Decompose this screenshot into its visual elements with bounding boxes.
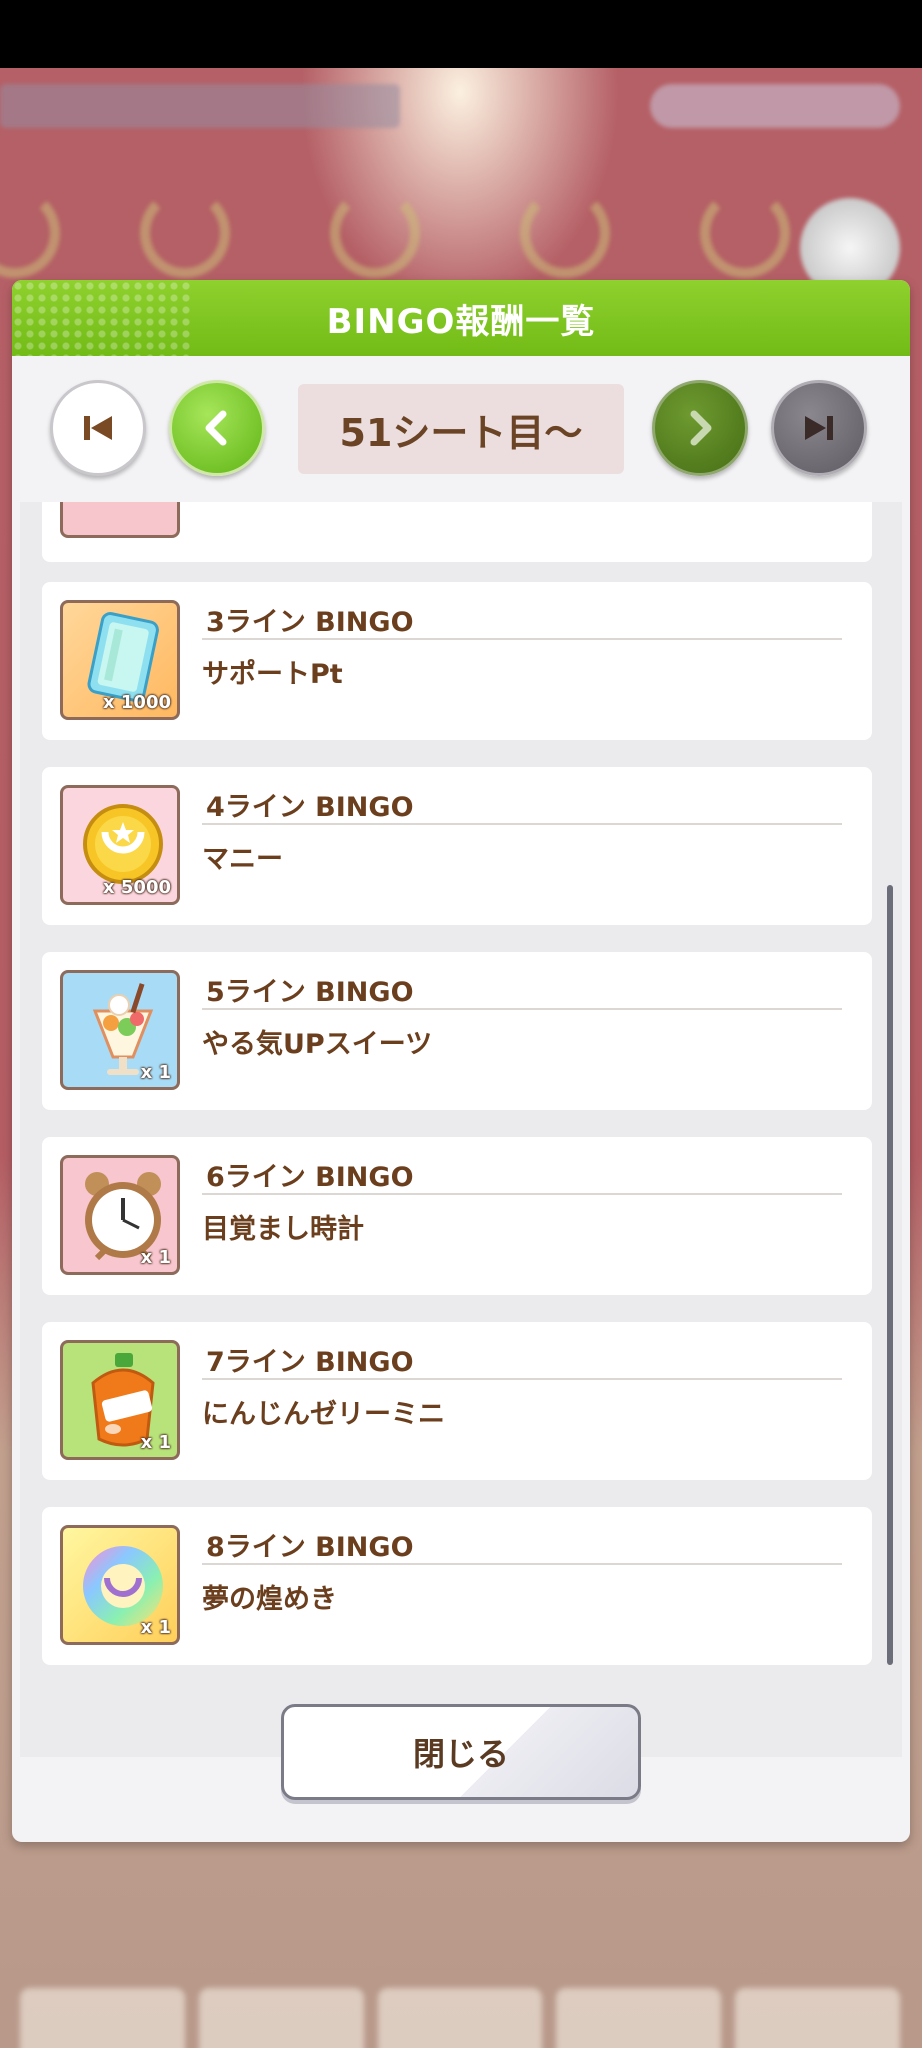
- background-nav-item: [556, 1988, 722, 2048]
- reward-card: x 1000 3ライン BINGO サポートPt: [42, 582, 872, 740]
- background-nav-item: [377, 1988, 543, 2048]
- reward-name: やる気UPスイーツ: [202, 1029, 433, 1060]
- status-bar: [0, 0, 922, 68]
- dialog-title: BINGO報酬一覧: [326, 301, 596, 342]
- chevron-left-icon: [205, 410, 227, 446]
- background-laurel-icon: [330, 188, 420, 278]
- reward-quantity: x 1: [140, 1062, 171, 1083]
- reward-name: サポートPt: [202, 659, 343, 690]
- skip-last-icon: [805, 416, 833, 440]
- next-page-button[interactable]: [652, 380, 748, 476]
- chevron-right-icon: [690, 410, 712, 446]
- reward-card: x 1 5ライン BINGO やる気UPスイーツ: [42, 952, 872, 1110]
- bingo-line-label: 8ライン BINGO: [206, 1532, 414, 1563]
- dream-horseshoe-icon: x 1: [60, 1525, 180, 1645]
- reward-name: 夢の煌めき: [202, 1584, 337, 1615]
- close-button[interactable]: 閉じる: [281, 1704, 641, 1800]
- dialog-header: BINGO報酬一覧: [12, 280, 910, 356]
- sheet-pager: 51シート目～: [12, 378, 910, 488]
- prev-page-button[interactable]: [169, 380, 265, 476]
- reward-item-icon: [60, 502, 180, 538]
- reward-name: にんじんゼリーミニ: [202, 1399, 445, 1430]
- money-coin-icon: x 5000: [60, 785, 180, 905]
- reward-quantity: x 1: [140, 1617, 171, 1638]
- bingo-reward-dialog: BINGO報酬一覧 51シート目～ x 1000 3ライン BINGO サポート…: [12, 280, 910, 1842]
- reward-card: x 1 8ライン BINGO 夢の煌めき: [42, 1507, 872, 1665]
- reward-card: x 1 6ライン BINGO 目覚まし時計: [42, 1137, 872, 1295]
- support-pt-card-icon: x 1000: [60, 600, 180, 720]
- divider: [202, 1193, 842, 1195]
- bingo-line-label: 4ライン BINGO: [206, 792, 414, 823]
- skip-first-icon: [84, 416, 112, 440]
- divider: [202, 823, 842, 825]
- reward-list[interactable]: x 1000 3ライン BINGO サポートPt x 5000 4ライン BIN…: [20, 502, 902, 1757]
- background-event-banner: [0, 84, 400, 128]
- reward-quantity: x 5000: [103, 877, 171, 898]
- first-page-button[interactable]: [50, 380, 146, 476]
- divider: [202, 1008, 842, 1010]
- divider: [202, 1378, 842, 1380]
- reward-quantity: x 1000: [103, 692, 171, 713]
- background-nav-item: [735, 1988, 900, 2048]
- divider: [202, 638, 842, 640]
- reward-name: 目覚まし時計: [202, 1214, 364, 1245]
- background-bottom-nav: [20, 1968, 900, 2048]
- bingo-line-label: 3ライン BINGO: [206, 607, 414, 638]
- divider: [202, 1563, 842, 1565]
- background-laurel-icon: [140, 188, 230, 278]
- carrot-jelly-icon: x 1: [60, 1340, 180, 1460]
- background-laurel-icon: [0, 188, 60, 278]
- reward-name: マニー: [202, 844, 283, 875]
- bingo-line-label: 6ライン BINGO: [206, 1162, 414, 1193]
- background-currency-bar: [650, 84, 900, 128]
- background-laurel-icon: [520, 188, 610, 278]
- background-nav-item: [20, 1988, 185, 2048]
- reward-card-partial: [42, 502, 872, 562]
- alarm-clock-icon: x 1: [60, 1155, 180, 1275]
- last-page-button[interactable]: [771, 380, 867, 476]
- bingo-line-label: 5ライン BINGO: [206, 977, 414, 1008]
- reward-card: x 5000 4ライン BINGO マニー: [42, 767, 872, 925]
- reward-card: x 1 7ライン BINGO にんじんゼリーミニ: [42, 1322, 872, 1480]
- parfait-icon: x 1: [60, 970, 180, 1090]
- bingo-line-label: 7ライン BINGO: [206, 1347, 414, 1378]
- reward-quantity: x 1: [140, 1432, 171, 1453]
- reward-quantity: x 1: [140, 1247, 171, 1268]
- background-laurel-icon: [700, 188, 790, 278]
- background-nav-item: [198, 1988, 364, 2048]
- list-scrollbar[interactable]: [887, 885, 893, 1665]
- sheet-range-label: 51シート目～: [298, 384, 624, 474]
